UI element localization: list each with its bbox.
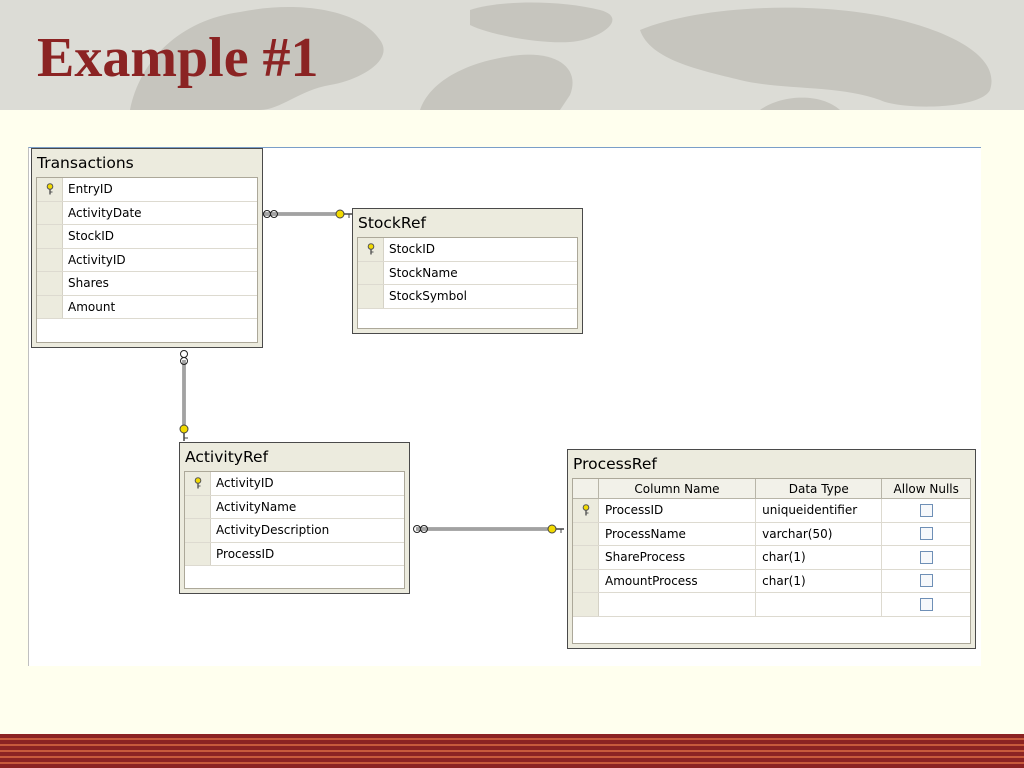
column-name-cell[interactable]: ProcessID xyxy=(599,499,757,522)
column-name-cell[interactable]: ProcessName xyxy=(599,522,757,545)
key-icon xyxy=(179,424,189,441)
header-column-name[interactable]: Column Name xyxy=(599,479,757,498)
key-icon xyxy=(194,477,201,489)
row-header xyxy=(37,248,63,271)
row-header xyxy=(358,285,384,308)
row-header xyxy=(37,201,63,224)
table-title: ActivityRef xyxy=(185,448,269,466)
table-processref[interactable]: ProcessRef Column Name Data Type Allow N… xyxy=(567,449,976,649)
row-header xyxy=(573,569,599,592)
data-type-cell[interactable]: varchar(50) xyxy=(756,522,883,545)
column-name: ActivityDate xyxy=(68,205,142,220)
column-row[interactable]: Shares xyxy=(37,272,257,296)
column-row[interactable]: ActivityID xyxy=(185,472,404,496)
row-header xyxy=(37,295,63,318)
slide-title: Example #1 xyxy=(37,27,319,89)
allow-nulls-cell xyxy=(882,499,970,522)
column-row[interactable] xyxy=(573,593,970,617)
footer-stripes xyxy=(0,734,1024,768)
column-row[interactable]: StockName xyxy=(358,261,577,285)
column-name: StockID xyxy=(389,242,435,257)
row-header xyxy=(573,499,599,522)
allow-nulls-cell xyxy=(882,546,970,569)
table-transactions[interactable]: Transactions EntryID ActivityDate StockI… xyxy=(31,148,263,348)
column-name: ProcessID xyxy=(216,546,275,561)
row-header xyxy=(573,546,599,569)
key-icon xyxy=(335,209,352,219)
table-title: StockRef xyxy=(358,214,426,232)
column-row[interactable]: EntryID xyxy=(37,178,257,202)
allow-nulls-checkbox[interactable] xyxy=(919,550,933,564)
column-name: Amount xyxy=(68,299,116,314)
allow-nulls-checkbox[interactable] xyxy=(919,503,933,517)
table-title: Transactions xyxy=(37,154,134,172)
column-row[interactable]: ActivityDescription xyxy=(185,519,404,543)
allow-nulls-checkbox[interactable] xyxy=(919,574,933,588)
column-grid: ActivityID ActivityName ActivityDescript… xyxy=(184,471,405,589)
header-data-type[interactable]: Data Type xyxy=(756,479,883,498)
data-type-cell[interactable]: uniqueidentifier xyxy=(756,499,883,522)
column-row[interactable]: Amount xyxy=(37,295,257,319)
data-type-cell[interactable]: char(1) xyxy=(756,546,883,569)
row-header xyxy=(358,261,384,284)
row-header xyxy=(185,519,211,542)
column-name: StockSymbol xyxy=(389,289,467,304)
table-activityref[interactable]: ActivityRef ActivityID ActivityName Acti… xyxy=(179,442,410,594)
column-row[interactable]: ShareProcess char(1) xyxy=(573,546,970,570)
table-title: ProcessRef xyxy=(573,455,657,473)
column-name: StockName xyxy=(389,265,458,280)
allow-nulls-cell xyxy=(882,593,970,616)
column-name-cell[interactable]: AmountProcess xyxy=(599,569,757,592)
column-name: Shares xyxy=(68,276,109,291)
column-name: ActivityID xyxy=(216,476,274,491)
slide-header: Example #1 xyxy=(0,0,1024,110)
column-row[interactable]: AmountProcess char(1) xyxy=(573,569,970,593)
table-stockref[interactable]: StockRef StockID StockName StockSymbol xyxy=(352,208,583,334)
row-header xyxy=(185,472,211,495)
row-header xyxy=(573,522,599,545)
row-header xyxy=(358,238,384,261)
key-icon xyxy=(367,243,374,255)
allow-nulls-checkbox[interactable] xyxy=(919,597,933,611)
header-allow-nulls[interactable]: Allow Nulls xyxy=(882,479,970,498)
column-name: ActivityID xyxy=(68,252,126,267)
column-row[interactable]: ProcessID uniqueidentifier xyxy=(573,499,970,523)
column-grid: EntryID ActivityDate StockID ActivityID … xyxy=(36,177,258,343)
column-name-cell[interactable] xyxy=(599,593,757,616)
key-icon xyxy=(46,183,53,195)
allow-nulls-cell xyxy=(882,570,970,593)
column-row[interactable]: ActivityName xyxy=(185,495,404,519)
column-row[interactable]: ActivityID xyxy=(37,248,257,272)
column-name: ActivityDescription xyxy=(216,523,330,538)
data-type-cell[interactable] xyxy=(756,593,883,616)
allow-nulls-cell xyxy=(882,523,970,546)
row-header-corner xyxy=(573,479,599,498)
column-row[interactable]: StockID xyxy=(358,238,577,262)
row-header xyxy=(185,495,211,518)
allow-nulls-checkbox[interactable] xyxy=(919,527,933,541)
diagram-canvas: Transactions EntryID ActivityDate StockI… xyxy=(28,147,981,666)
column-name: StockID xyxy=(68,229,114,244)
column-grid: StockID StockName StockSymbol xyxy=(357,237,578,329)
row-header xyxy=(185,542,211,565)
grid-header-row: Column Name Data Type Allow Nulls xyxy=(573,479,970,499)
column-row[interactable]: ProcessName varchar(50) xyxy=(573,522,970,546)
row-header xyxy=(37,178,63,201)
row-header xyxy=(573,593,599,616)
column-name-cell[interactable]: ShareProcess xyxy=(599,546,757,569)
column-row[interactable]: ActivityDate xyxy=(37,201,257,225)
column-row[interactable]: StockSymbol xyxy=(358,285,577,309)
column-row[interactable]: ProcessID xyxy=(185,542,404,566)
row-header xyxy=(37,225,63,248)
key-icon xyxy=(547,524,564,534)
row-header xyxy=(37,272,63,295)
column-row[interactable]: StockID xyxy=(37,225,257,249)
column-name: ActivityName xyxy=(216,499,297,514)
column-name: EntryID xyxy=(68,182,113,197)
column-grid: Column Name Data Type Allow Nulls Proces… xyxy=(572,478,971,644)
key-icon xyxy=(582,504,589,516)
data-type-cell[interactable]: char(1) xyxy=(756,569,883,592)
